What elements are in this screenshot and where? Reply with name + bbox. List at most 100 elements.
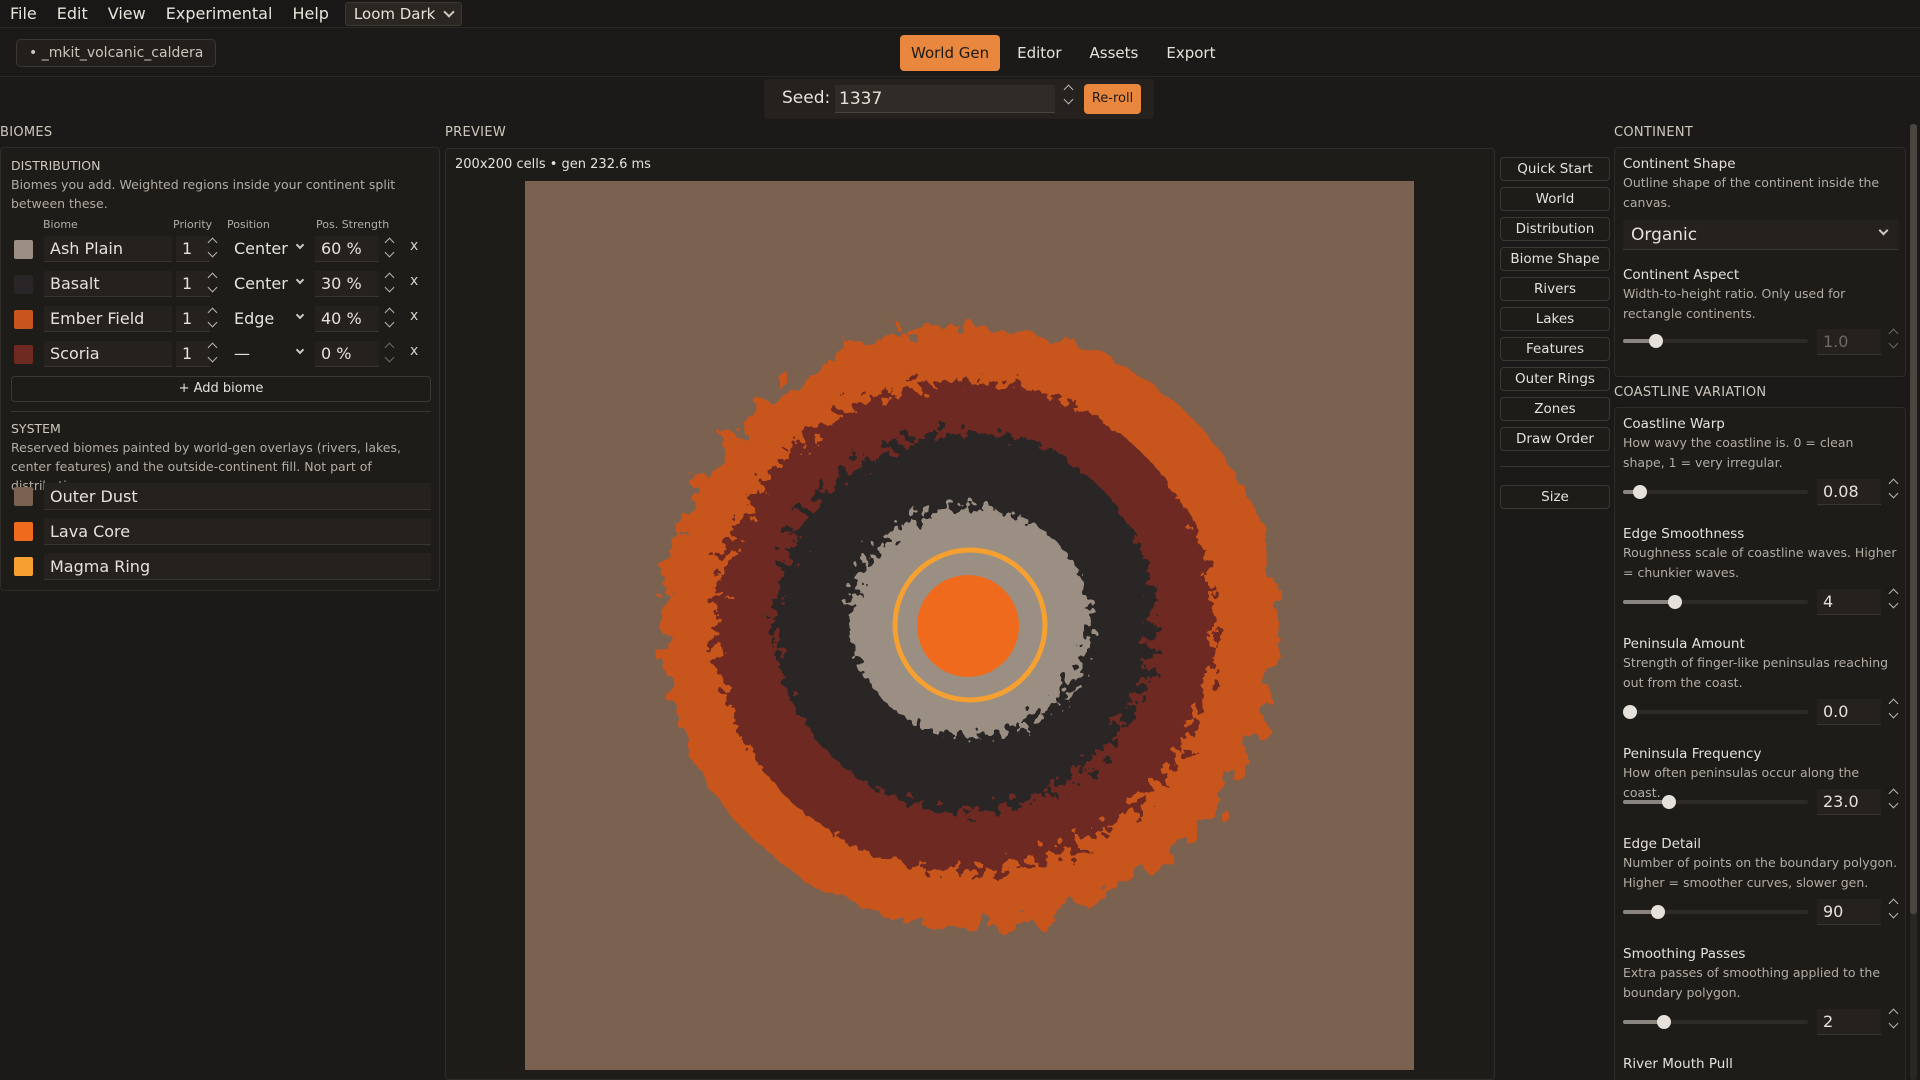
menu-help[interactable]: Help xyxy=(282,0,338,28)
biome-color-swatch[interactable] xyxy=(14,240,33,259)
chevron-down-icon[interactable] xyxy=(207,282,217,293)
chevron-up-icon[interactable] xyxy=(384,342,394,353)
chevron-up-icon[interactable] xyxy=(1888,478,1898,489)
biome-color-swatch[interactable] xyxy=(14,487,33,506)
theme-select[interactable]: Loom Dark xyxy=(344,1,463,26)
nav-size[interactable]: Size xyxy=(1500,485,1610,509)
chevron-down-icon[interactable] xyxy=(384,282,394,293)
chevron-down-icon[interactable] xyxy=(207,247,217,258)
continent-shape-select[interactable]: Organic xyxy=(1623,220,1899,250)
position-select[interactable]: Edge xyxy=(228,306,316,332)
priority-stepper[interactable] xyxy=(205,271,219,294)
edge-smoothness-input[interactable]: 4 xyxy=(1817,589,1881,615)
biome-color-swatch[interactable] xyxy=(14,275,33,294)
nav-lakes[interactable]: Lakes xyxy=(1500,307,1610,331)
smoothing-passes-input[interactable]: 2 xyxy=(1817,1009,1881,1035)
right-panel-scrollbar[interactable] xyxy=(1910,124,1917,1080)
biome-color-swatch[interactable] xyxy=(14,522,33,541)
peninsula-amount-slider[interactable] xyxy=(1623,705,1808,719)
chevron-down-icon[interactable] xyxy=(1888,708,1898,719)
reroll-button[interactable]: Re-roll xyxy=(1084,84,1141,114)
edge-detail-slider[interactable] xyxy=(1623,905,1808,919)
chevron-up-icon[interactable] xyxy=(384,307,394,318)
chevron-up-icon[interactable] xyxy=(384,272,394,283)
nav-zones[interactable]: Zones xyxy=(1500,397,1610,421)
coastline-warp-input[interactable]: 0.08 xyxy=(1817,479,1881,505)
strength-stepper[interactable] xyxy=(382,341,396,364)
peninsula-frequency-slider[interactable] xyxy=(1623,795,1808,809)
chevron-up-icon[interactable] xyxy=(384,237,394,248)
chevron-down-icon[interactable] xyxy=(1888,338,1898,349)
menu-edit[interactable]: Edit xyxy=(47,0,98,28)
position-select[interactable]: — xyxy=(228,341,316,367)
chevron-down-icon[interactable] xyxy=(384,352,394,363)
strength-stepper[interactable] xyxy=(382,236,396,259)
priority-stepper[interactable] xyxy=(205,341,219,364)
coastline-warp-slider[interactable] xyxy=(1623,485,1808,499)
chevron-up-icon[interactable] xyxy=(207,237,217,248)
chevron-up-icon[interactable] xyxy=(1063,84,1073,95)
param-stepper[interactable] xyxy=(1886,787,1900,810)
nav-biome-shape[interactable]: Biome Shape xyxy=(1500,247,1610,271)
chevron-up-icon[interactable] xyxy=(1888,698,1898,709)
slider-knob[interactable] xyxy=(1662,795,1677,809)
project-tag[interactable]: • _mkit_volcanic_caldera xyxy=(16,39,217,67)
smoothing-passes-slider[interactable] xyxy=(1623,1015,1808,1029)
nav-distribution[interactable]: Distribution xyxy=(1500,217,1610,241)
remove-biome-button[interactable]: x xyxy=(410,343,418,359)
chevron-up-icon[interactable] xyxy=(1888,1008,1898,1019)
continent-aspect-slider[interactable] xyxy=(1623,334,1808,348)
continent-aspect-input[interactable]: 1.0 xyxy=(1817,329,1881,355)
biome-name-input[interactable]: Ember Field xyxy=(44,306,172,332)
slider-knob[interactable] xyxy=(1623,705,1637,719)
strength-stepper[interactable] xyxy=(382,306,396,329)
chevron-up-icon[interactable] xyxy=(1888,328,1898,339)
strength-stepper[interactable] xyxy=(382,271,396,294)
chevron-up-icon[interactable] xyxy=(207,272,217,283)
chevron-down-icon[interactable] xyxy=(1888,488,1898,499)
slider-knob[interactable] xyxy=(1667,595,1682,609)
param-stepper[interactable] xyxy=(1886,897,1900,920)
scrollbar-thumb[interactable] xyxy=(1910,124,1917,914)
param-stepper[interactable] xyxy=(1886,587,1900,610)
menu-view[interactable]: View xyxy=(98,0,156,28)
chevron-up-icon[interactable] xyxy=(1888,588,1898,599)
biome-name-input[interactable]: Basalt xyxy=(44,271,172,297)
param-stepper[interactable] xyxy=(1886,697,1900,720)
chevron-down-icon[interactable] xyxy=(384,247,394,258)
strength-input[interactable]: 30 % xyxy=(315,271,379,297)
tab-world-gen[interactable]: World Gen xyxy=(900,35,1001,71)
menu-experimental[interactable]: Experimental xyxy=(156,0,283,28)
tab-assets[interactable]: Assets xyxy=(1079,35,1150,71)
param-stepper[interactable] xyxy=(1886,477,1900,500)
chevron-down-icon[interactable] xyxy=(207,317,217,328)
slider-knob[interactable] xyxy=(1656,1015,1671,1029)
add-biome-button[interactable]: + Add biome xyxy=(11,376,431,402)
param-stepper[interactable] xyxy=(1886,1007,1900,1030)
nav-outer-rings[interactable]: Outer Rings xyxy=(1500,367,1610,391)
chevron-down-icon[interactable] xyxy=(1888,798,1898,809)
tab-export[interactable]: Export xyxy=(1155,35,1226,71)
slider-knob[interactable] xyxy=(1649,334,1664,348)
nav-features[interactable]: Features xyxy=(1500,337,1610,361)
strength-input[interactable]: 0 % xyxy=(315,341,379,367)
seed-stepper[interactable] xyxy=(1061,83,1075,106)
biome-color-swatch[interactable] xyxy=(14,557,33,576)
chevron-up-icon[interactable] xyxy=(1888,898,1898,909)
priority-stepper[interactable] xyxy=(205,306,219,329)
chevron-down-icon[interactable] xyxy=(384,317,394,328)
position-select[interactable]: Center xyxy=(228,271,316,297)
edge-smoothness-slider[interactable] xyxy=(1623,595,1808,609)
remove-biome-button[interactable]: x xyxy=(410,308,418,324)
chevron-down-icon[interactable] xyxy=(1888,908,1898,919)
chevron-up-icon[interactable] xyxy=(207,342,217,353)
nav-draw-order[interactable]: Draw Order xyxy=(1500,427,1610,451)
biome-color-swatch[interactable] xyxy=(14,345,33,364)
world-map-preview[interactable] xyxy=(525,181,1414,1070)
slider-knob[interactable] xyxy=(1632,485,1647,499)
biome-name-input[interactable]: Ash Plain xyxy=(44,236,172,262)
remove-biome-button[interactable]: x xyxy=(410,238,418,254)
biome-name-input[interactable]: Scoria xyxy=(44,341,172,367)
edge-detail-input[interactable]: 90 xyxy=(1817,899,1881,925)
tab-editor[interactable]: Editor xyxy=(1006,35,1072,71)
